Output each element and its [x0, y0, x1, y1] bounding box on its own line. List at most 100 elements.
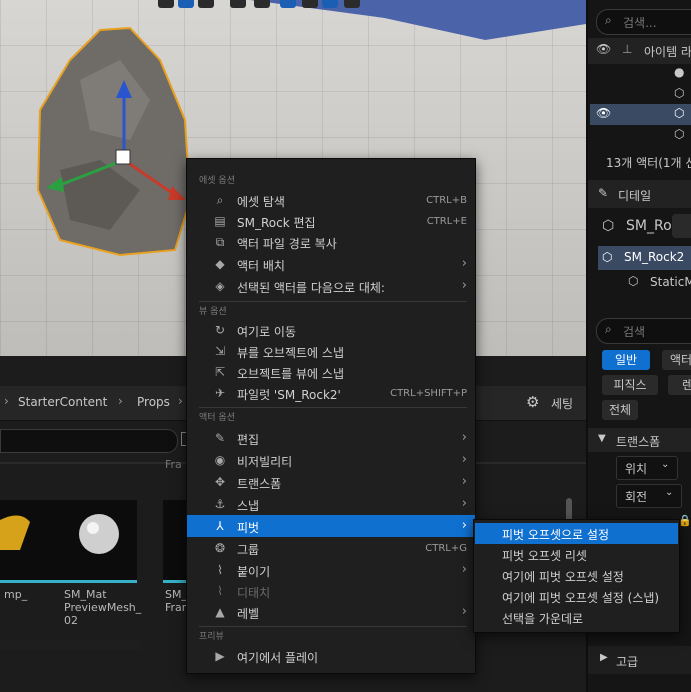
details-search[interactable]: ⌕ 검색 — [596, 318, 691, 344]
outliner-row[interactable]: ● — [590, 63, 691, 84]
menu-item-place-actor[interactable]: ◆ 액터 배치 › — [187, 253, 475, 275]
outliner-row-selected[interactable]: 👁 ⬡ — [590, 104, 691, 125]
asset-thumbnail[interactable] — [163, 500, 187, 583]
advanced-label: 고급 — [616, 655, 639, 669]
submenu-item-center-selection[interactable]: 선택을 가운데로 — [475, 607, 678, 628]
menu-item-label: 편집 — [237, 433, 260, 447]
place-actor-icon: ◆ — [215, 257, 225, 271]
rotate-snap-button[interactable] — [322, 0, 338, 8]
menu-item-go-here[interactable]: ↻ 여기로 이동 — [187, 319, 475, 341]
menu-item-label: 파일럿 'SM_Rock2' — [237, 388, 341, 402]
location-label: 위치 — [625, 462, 648, 476]
pin-icon[interactable]: ⊥ — [622, 42, 632, 56]
menu-item-edit[interactable]: ✎ 편집 › — [187, 427, 475, 449]
edit-icon: ✎ — [214, 431, 226, 445]
menu-item-edit-asset[interactable]: ▤ SM_Rock 편집 CTRL+E — [187, 210, 475, 232]
submenu-item-reset-pivot-offset[interactable]: 피벗 오프셋 리셋 — [475, 544, 678, 565]
add-component-button[interactable] — [672, 214, 691, 238]
actor-name: SM_Ro — [626, 218, 672, 234]
outliner-search-placeholder: 검색... — [623, 16, 657, 30]
mesh-icon: ⬡ — [674, 127, 685, 141]
details-tab-label: 디테일 — [618, 189, 652, 203]
mesh-icon: ⬡ — [674, 86, 685, 100]
outliner-search[interactable]: ⌕ 검색... — [596, 9, 691, 35]
toolbar-button[interactable] — [230, 0, 246, 8]
gear-icon[interactable]: ⚙ — [526, 393, 539, 411]
outliner-row[interactable]: ⬡ — [590, 84, 691, 105]
menu-item-level[interactable]: ▲ 레벨 › — [187, 601, 475, 623]
asset-thumbnail[interactable] — [61, 500, 137, 583]
outliner-row[interactable]: ⬡ — [590, 125, 691, 146]
chevron-right-icon: › — [4, 394, 9, 408]
menu-item-play-here[interactable]: ▶ 여기에서 플레이 — [187, 645, 475, 667]
asset-label: SM_ Fran — [165, 588, 187, 614]
submenu-item-set-pivot-here[interactable]: 여기에 피벗 오프셋 설정 — [475, 565, 678, 586]
menu-item-copy-path[interactable]: ⧉ 액터 파일 경로 복사 — [187, 231, 475, 253]
chevron-down-icon: ▼ — [598, 433, 606, 444]
grid-snap-button[interactable] — [280, 0, 296, 8]
breadcrumb-item[interactable]: Props — [137, 395, 170, 409]
menu-item-label: 붙이기 — [237, 565, 271, 579]
submenu-item-set-pivot-here-snapped[interactable]: 여기에 피벗 오프셋 설정 (스냅) — [475, 586, 678, 607]
filter-actor[interactable]: 액터 — [662, 350, 691, 370]
toolbar-button[interactable] — [158, 0, 174, 8]
transform-section[interactable]: ▼ 트랜스폼 — [588, 428, 691, 452]
asset-label: SM_Mat PreviewMesh_ 02 — [64, 588, 142, 627]
toolbar-button[interactable] — [198, 0, 214, 8]
outliner-column-label: 아이템 라 — [644, 45, 691, 59]
details-tab[interactable]: ✎ 디테일 — [588, 180, 691, 208]
transform-label: 트랜스폼 — [616, 435, 661, 449]
rotation-dropdown[interactable]: 회전 ⌄ — [616, 484, 682, 508]
sphere-preview-icon — [79, 514, 119, 554]
component-name: SM_Rock2 — [624, 250, 685, 264]
chevron-right-icon: ▶ — [600, 652, 608, 663]
menu-item-visibility[interactable]: ◉ 비저빌리티 › — [187, 449, 475, 471]
menu-item-shortcut: CTRL+B — [426, 195, 467, 206]
static-mesh-label: StaticM — [650, 275, 691, 289]
menu-item-browse-asset[interactable]: ⌕ 에셋 탐색 CTRL+B — [187, 189, 475, 211]
menu-item-snap-object-to-view[interactable]: ⇱ 오브젝트를 뷰에 스냅 — [187, 361, 475, 383]
toolbar-button[interactable] — [344, 0, 360, 8]
advanced-section[interactable]: ▶ 고급 — [588, 646, 691, 674]
chevron-right-icon: › — [461, 496, 467, 511]
chevron-right-icon: › — [461, 474, 467, 489]
select-mode-button[interactable] — [178, 0, 194, 8]
actor-mesh-icon: ⬡ — [602, 218, 615, 234]
eye-icon[interactable]: 👁 — [596, 106, 611, 120]
settings-button[interactable]: 세팅 — [551, 395, 573, 412]
submenu-item-label: 피벗 오프셋 리셋 — [502, 549, 587, 563]
filter-all[interactable]: 전체 — [602, 400, 638, 420]
section-header-preview: 프리뷰 — [199, 632, 224, 642]
menu-item-snap[interactable]: ⚓ 스냅 › — [187, 493, 475, 515]
filter-rendering[interactable]: 렌 — [668, 375, 691, 395]
chevron-right-icon: › — [461, 604, 467, 619]
menu-item-transform[interactable]: ✥ 트랜스폼 › — [187, 471, 475, 493]
toolbar-button[interactable] — [254, 0, 270, 8]
menu-item-label: 여기로 이동 — [237, 325, 297, 339]
rotation-label: 회전 — [625, 490, 648, 504]
pivot-icon: ⅄ — [216, 519, 224, 533]
menu-item-detach: ⌇ 디태치 — [187, 580, 475, 602]
location-dropdown[interactable]: 위치 ⌄ — [616, 456, 678, 480]
filter-physics[interactable]: 피직스 — [602, 375, 658, 395]
menu-item-attach[interactable]: ⌇ 붙이기 › — [187, 559, 475, 581]
breadcrumb-item[interactable]: StarterContent — [18, 395, 107, 409]
menu-item-group[interactable]: ❂ 그룹 CTRL+G — [187, 537, 475, 559]
asset-preview-icon — [0, 515, 30, 550]
toolbar-button[interactable] — [302, 0, 318, 8]
eye-icon[interactable]: 👁 — [596, 42, 611, 56]
content-search-input[interactable] — [0, 429, 178, 453]
menu-item-shortcut: CTRL+G — [425, 543, 467, 554]
pilot-icon: ✈ — [214, 386, 226, 400]
menu-item-pilot[interactable]: ✈ 파일럿 'SM_Rock2' CTRL+SHIFT+P — [187, 382, 475, 404]
filter-general[interactable]: 일반 — [602, 350, 650, 370]
menu-item-snap-view-to-object[interactable]: ⇲ 뷰를 오브젝트에 스냅 — [187, 340, 475, 362]
actor-context-menu: 에셋 옵션 ⌕ 에셋 탐색 CTRL+B ▤ SM_Rock 편집 CTRL+E… — [186, 158, 476, 674]
menu-item-pivot[interactable]: ⅄ 피벗 › — [187, 515, 475, 537]
level-icon: ▲ — [215, 605, 225, 619]
menu-item-replace-actor[interactable]: ◈ 선택된 액터를 다음으로 대체: › — [187, 275, 475, 297]
submenu-item-set-pivot-offset[interactable]: 피벗 오프셋으로 설정 — [475, 523, 678, 544]
menu-item-shortcut: CTRL+SHIFT+P — [390, 388, 467, 399]
menu-item-label: 비저빌리티 — [237, 455, 293, 469]
component-row-selected[interactable]: ⬡ SM_Rock2 — [598, 246, 691, 270]
